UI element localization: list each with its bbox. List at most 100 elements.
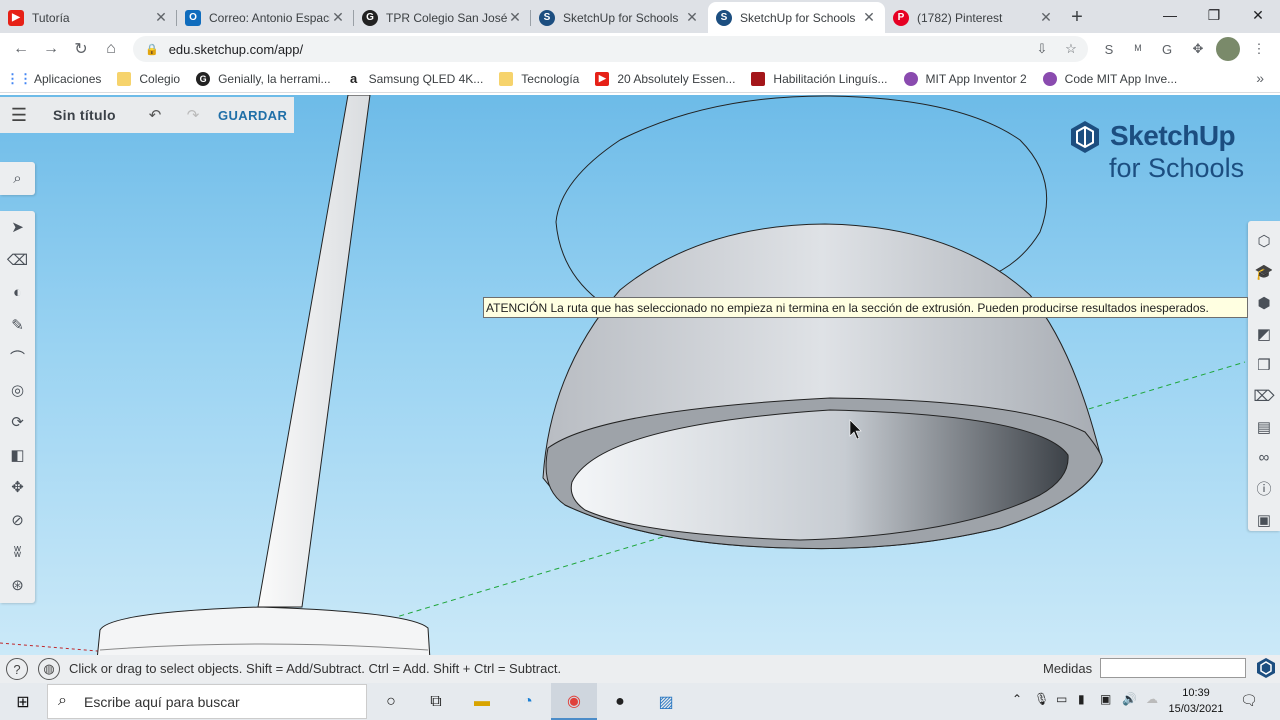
close-icon[interactable]: ✕ <box>330 9 346 26</box>
close-icon[interactable]: ✕ <box>1038 9 1054 26</box>
bookmark-habilitacion[interactable]: Habilitación Linguís... <box>751 71 888 86</box>
paint-bucket-icon[interactable]: ◐ <box>0 276 35 309</box>
show-hidden-icons-icon[interactable]: ⌃ <box>1012 692 1022 706</box>
bookmark-genially[interactable]: G Genially, la herrami... <box>196 71 331 86</box>
back-button[interactable]: ← <box>6 34 36 64</box>
network-icon[interactable]: ▭ <box>1056 692 1067 706</box>
tab-tutoria[interactable]: ▶ Tutoría ✕ <box>0 2 177 33</box>
styles-icon[interactable]: ❒ <box>1248 349 1280 380</box>
push-pull-icon[interactable]: ⟳ <box>0 406 35 439</box>
extension-mw-icon[interactable]: ᴹ <box>1126 37 1150 61</box>
search-icon[interactable]: ⌕ <box>0 162 35 195</box>
tape-measure-icon[interactable]: ⊘ <box>0 504 35 537</box>
monitor-icon[interactable]: ▣ <box>1100 692 1111 706</box>
file-explorer-icon[interactable]: ▬ <box>459 683 505 720</box>
close-icon[interactable]: ✕ <box>684 9 700 26</box>
scenes-icon[interactable]: ▤ <box>1248 411 1280 442</box>
document-title[interactable]: Sin título <box>38 107 136 123</box>
battery-icon[interactable]: ▮ <box>1078 692 1085 706</box>
notifications-icon[interactable]: 🗨 <box>1240 692 1258 709</box>
redo-icon[interactable]: ↷ <box>174 106 212 124</box>
new-tab-button[interactable]: + <box>1062 2 1092 33</box>
close-icon[interactable]: ✕ <box>507 9 523 26</box>
close-icon[interactable]: ✕ <box>861 9 877 26</box>
lamp-pole <box>257 95 371 608</box>
edge-icon[interactable]: ◔ <box>505 683 551 720</box>
bookmark-code-mit[interactable]: Code MIT App Inve... <box>1042 71 1178 86</box>
hamburger-menu-icon[interactable]: ☰ <box>0 105 38 126</box>
cortana-icon[interactable]: ○ <box>368 683 414 720</box>
outliner-icon[interactable]: ▣ <box>1248 504 1280 535</box>
taskbar-clock[interactable]: 10:39 15/03/2021 <box>1166 685 1226 717</box>
folder-icon <box>117 71 132 86</box>
bookmark-tecnologia[interactable]: Tecnología <box>499 71 579 86</box>
bookmark-mit-app-inventor[interactable]: MIT App Inventor 2 <box>903 71 1027 86</box>
move-icon[interactable]: ✥ <box>0 471 35 504</box>
arc-icon[interactable]: ⌒ <box>0 341 35 374</box>
close-icon[interactable]: ✕ <box>153 9 169 26</box>
windows-taskbar: ⊞ ⌕ Escribe aquí para buscar ○ ⧉ ▬ ◔ ◉ ●… <box>0 683 1280 720</box>
save-button[interactable]: GUARDAR <box>218 108 287 123</box>
offset-icon[interactable]: ◧ <box>0 439 35 472</box>
bookmark-label: Habilitación Linguís... <box>773 71 888 86</box>
volume-icon[interactable]: 🔊 <box>1122 692 1137 706</box>
bookmark-aplicaciones[interactable]: ⋮⋮ Aplicaciones <box>6 71 102 86</box>
browser-tab-strip: ▶ Tutoría ✕ O Correo: Antonio Espacio ✕ … <box>0 0 1280 33</box>
home-button[interactable]: ⌂ <box>96 34 126 64</box>
obs-icon[interactable]: ● <box>597 683 643 720</box>
eraser-icon[interactable]: ⌫ <box>0 244 35 277</box>
tab-pinterest[interactable]: P (1782) Pinterest ✕ <box>885 2 1062 33</box>
close-window-button[interactable]: ✕ <box>1236 0 1280 30</box>
bookmark-samsung[interactable]: a Samsung QLED 4K... <box>347 71 483 86</box>
reload-button[interactable]: ↻ <box>66 34 96 64</box>
tab-tpr[interactable]: G TPR Colegio San José p ✕ <box>354 2 531 33</box>
tags-icon[interactable]: ⌦ <box>1248 380 1280 411</box>
materials-icon[interactable]: ◩ <box>1248 318 1280 349</box>
bookmarks-overflow-icon[interactable]: » <box>1256 70 1264 86</box>
bookmark-label: Code MIT App Inve... <box>1064 71 1178 86</box>
chrome-menu-icon[interactable]: ⋮ <box>1247 37 1271 61</box>
install-app-icon[interactable]: ⇩ <box>1030 37 1054 61</box>
task-view-icon[interactable]: ⧉ <box>413 683 459 720</box>
bookmark-label: Aplicaciones <box>34 71 102 86</box>
select-icon[interactable]: ➤ <box>0 211 35 244</box>
bookmark-star-icon[interactable]: ☆ <box>1059 37 1083 61</box>
photos-icon[interactable]: ▨ <box>643 683 689 720</box>
help-icon[interactable]: ? <box>6 658 28 680</box>
profile-avatar-icon[interactable] <box>1216 37 1240 61</box>
info-icon[interactable]: ⓘ <box>1248 473 1280 504</box>
bookmark-colegio[interactable]: Colegio <box>117 71 180 86</box>
translate-icon[interactable]: G <box>1155 37 1179 61</box>
tab-sketchup-1[interactable]: S SketchUp for Schools ✕ <box>531 2 708 33</box>
measurements-input[interactable] <box>1100 658 1246 678</box>
search-toolbar: ⌕ <box>0 162 35 195</box>
address-bar[interactable]: 🔒 edu.sketchup.com/app/ <box>133 36 1088 62</box>
windows-start-icon[interactable]: ⊞ <box>0 683 46 720</box>
globe-icon[interactable]: ◍ <box>38 658 60 680</box>
forward-button[interactable]: → <box>36 34 66 64</box>
mit-app-inventor-icon <box>1042 71 1057 86</box>
tab-title: (1782) Pinterest <box>917 10 1003 25</box>
tab-sketchup-2[interactable]: S SketchUp for Schools ✕ <box>708 2 885 33</box>
tab-correo[interactable]: O Correo: Antonio Espacio ✕ <box>177 2 354 33</box>
tab-title: SketchUp for Schools <box>740 10 856 25</box>
extensions-puzzle-icon[interactable]: ✥ <box>1186 37 1210 61</box>
pencil-icon[interactable]: ✎ <box>0 309 35 342</box>
circle-icon[interactable]: ◎ <box>0 374 35 407</box>
bookmark-essentials[interactable]: ▶ 20 Absolutely Essen... <box>595 71 735 86</box>
microphone-icon[interactable]: 🎙 <box>1034 692 1049 706</box>
minimize-button[interactable]: — <box>1148 0 1192 30</box>
display-icon[interactable]: ∞ <box>1248 442 1280 473</box>
taskbar-search-box[interactable]: ⌕ Escribe aquí para buscar <box>47 684 367 719</box>
browser-toolbar: ← → ↻ ⌂ 🔒 edu.sketchup.com/app/ <box>0 33 1280 65</box>
restore-button[interactable]: ❐ <box>1192 0 1236 30</box>
undo-icon[interactable]: ↶ <box>136 106 174 124</box>
skype-icon[interactable]: S <box>1097 37 1121 61</box>
orbit-icon[interactable]: ⊛ <box>0 569 35 602</box>
footprints-icon[interactable]: ʬ <box>0 536 35 569</box>
instructor-icon[interactable]: 🎓 <box>1248 256 1280 287</box>
entity-info-icon[interactable]: ⬡ <box>1248 225 1280 256</box>
components-icon[interactable]: ⬢ <box>1248 287 1280 318</box>
chrome-icon[interactable]: ◉ <box>551 683 597 720</box>
onedrive-icon[interactable]: ☁ <box>1146 692 1158 706</box>
